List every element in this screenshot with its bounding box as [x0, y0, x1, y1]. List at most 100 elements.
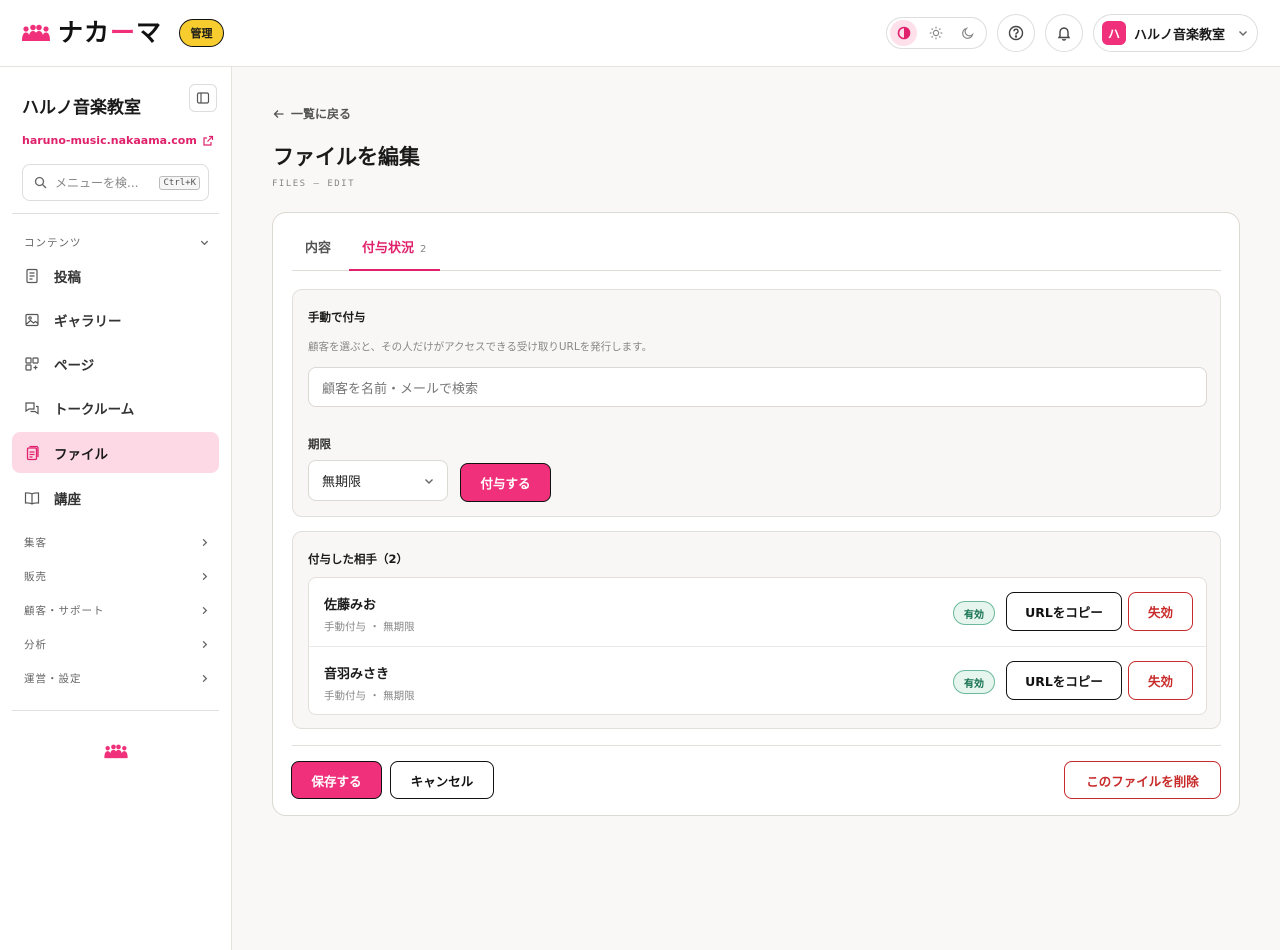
logo-text: ナカーマ [58, 18, 162, 48]
sidebar-item-label: ページ [54, 357, 95, 374]
sidebar-item-label: ギャラリー [54, 313, 122, 330]
edit-card: 内容 付与状況 2 手動で付与 顧客を選ぶと、その人だけがアクセスできる受け取りU… [272, 212, 1240, 816]
sidebar-item-pages[interactable]: ページ [12, 343, 219, 384]
sidebar-item-label: トークルーム [54, 401, 135, 418]
list-item: 音羽みさき 手動付与 ・ 無期限 有効 URLをコピー 失効 [309, 646, 1206, 714]
manual-grant-title: 手動で付与 [308, 310, 366, 324]
tab-label: 内容 [305, 241, 332, 256]
recipient-name: 音羽みさき [324, 667, 390, 682]
sidebar-item-label: 投稿 [54, 269, 81, 286]
manual-grant-description: 顧客を選ぶと、その人だけがアクセスできる受け取りURLを発行します。 [308, 341, 653, 353]
tab-content[interactable]: 内容 [305, 237, 331, 271]
help-icon [1008, 25, 1024, 41]
logo-text-a: ナカ [58, 18, 111, 47]
recipients-panel: 付与した相手（2） 佐藤みお 手動付与 ・ 無期限 有効 URLをコピー 失効 … [292, 531, 1221, 729]
sidebar-panel-icon [196, 92, 210, 104]
tab-count-badge: 2 [420, 244, 427, 255]
avatar: ハ [1102, 21, 1126, 45]
section-analytics[interactable]: 分析 [24, 637, 210, 652]
theme-switcher [886, 17, 987, 49]
expiry-value: 無期限 [322, 475, 362, 490]
recipients-title: 付与した相手（2） [308, 552, 409, 566]
status-badge: 有効 [953, 670, 995, 694]
image-icon [25, 313, 39, 326]
grant-button[interactable]: 付与する [460, 463, 551, 502]
section-label: 顧客・サポート [24, 605, 105, 617]
recipient-meta: 手動付与 ・ 無期限 [324, 690, 415, 702]
section-label: 分析 [24, 639, 47, 651]
bell-icon [1057, 27, 1071, 41]
copy-url-button[interactable]: URLをコピー [1006, 592, 1122, 631]
moon-icon[interactable] [954, 20, 981, 46]
copy-url-button[interactable]: URLをコピー [1006, 661, 1122, 700]
main-content: 一覧に戻る ファイルを編集 FILES — EDIT 内容 付与状況 2 手動で付… [232, 67, 1280, 950]
tab-grant-status[interactable]: 付与状況 2 [349, 237, 441, 271]
chevron-down-icon [1239, 31, 1247, 36]
customer-search-input[interactable]: 顧客を名前・メールで検索 [308, 367, 1207, 407]
tab-label: 付与状況 [362, 241, 415, 256]
chevron-down-icon [425, 478, 433, 484]
sidebar-divider [12, 213, 219, 214]
section-label: 販売 [24, 571, 47, 583]
sidebar-item-gallery[interactable]: ギャラリー [12, 299, 219, 340]
sidebar-divider [12, 710, 219, 711]
section-content-label: コンテンツ [24, 237, 82, 249]
chevron-right-icon [202, 606, 208, 615]
sidebar-item-label: 講座 [54, 491, 81, 508]
revoke-button[interactable]: 失効 [1128, 592, 1193, 631]
section-content-toggle[interactable]: コンテンツ [24, 235, 210, 250]
site-name: ハルノ音楽教室 [22, 98, 141, 118]
section-label: 集客 [24, 537, 47, 549]
crowd-logo-icon [103, 744, 129, 759]
sidebar-item-courses[interactable]: 講座 [12, 477, 219, 518]
document-icon [26, 268, 38, 283]
back-link-label: 一覧に戻る [291, 107, 352, 121]
help-button[interactable] [997, 14, 1035, 52]
logo-text-b: マ [136, 18, 163, 47]
delete-file-button[interactable]: このファイルを削除 [1064, 761, 1221, 799]
sidebar: ハルノ音楽教室 haruno-music.nakaama.com メニューを検.… [0, 67, 232, 950]
site-url-text: haruno-music.nakaama.com [22, 134, 197, 147]
menu-search[interactable]: メニューを検... Ctrl+K [22, 164, 209, 201]
notifications-button[interactable] [1045, 14, 1083, 52]
revoke-button[interactable]: 失効 [1128, 661, 1193, 700]
shortcut-hint: Ctrl+K [159, 175, 200, 190]
arrow-left-icon [273, 109, 284, 118]
expiry-select[interactable]: 無期限 [308, 460, 448, 501]
sidebar-item-files[interactable]: ファイル [12, 432, 219, 473]
customer-search-placeholder: 顧客を名前・メールで検索 [322, 381, 479, 397]
chat-icon [25, 401, 39, 415]
chevron-right-icon [202, 640, 208, 649]
section-marketing[interactable]: 集客 [24, 535, 210, 550]
external-link-icon [203, 135, 213, 146]
file-icon [26, 445, 39, 460]
app-logo[interactable]: ナカーマ [22, 18, 162, 48]
footer-divider [292, 745, 1221, 746]
search-icon [34, 176, 47, 189]
cancel-button[interactable]: キャンセル [390, 761, 494, 799]
back-link[interactable]: 一覧に戻る [273, 105, 351, 122]
chevron-right-icon [202, 572, 208, 581]
sidebar-item-posts[interactable]: 投稿 [12, 255, 219, 296]
recipients-list: 佐藤みお 手動付与 ・ 無期限 有効 URLをコピー 失効 音羽みさき 手動付与… [308, 577, 1207, 715]
pages-icon [25, 356, 39, 371]
search-input[interactable]: メニューを検... [55, 174, 151, 191]
section-customer-support[interactable]: 顧客・サポート [24, 603, 210, 618]
expiry-label: 期限 [308, 437, 331, 451]
logo-text-dash: ー [110, 18, 137, 47]
save-button[interactable]: 保存する [291, 761, 382, 799]
page-title: ファイルを編集 [273, 145, 420, 169]
sun-icon[interactable] [922, 20, 949, 46]
section-operations-settings[interactable]: 運営・設定 [24, 671, 210, 686]
account-menu[interactable]: ハ ハルノ音楽教室 [1093, 14, 1258, 52]
contrast-icon[interactable] [890, 20, 917, 46]
section-sales[interactable]: 販売 [24, 569, 210, 584]
site-url-link[interactable]: haruno-music.nakaama.com [22, 134, 214, 147]
sidebar-toggle-button[interactable] [189, 84, 217, 112]
chevron-down-icon [200, 240, 209, 246]
chevron-right-icon [202, 674, 208, 683]
recipient-name: 佐藤みお [324, 598, 377, 613]
top-bar: ナカーマ 管理 ハ ハルノ音楽教室 [0, 0, 1280, 67]
book-icon [24, 491, 40, 505]
sidebar-item-talkroom[interactable]: トークルーム [12, 387, 219, 428]
